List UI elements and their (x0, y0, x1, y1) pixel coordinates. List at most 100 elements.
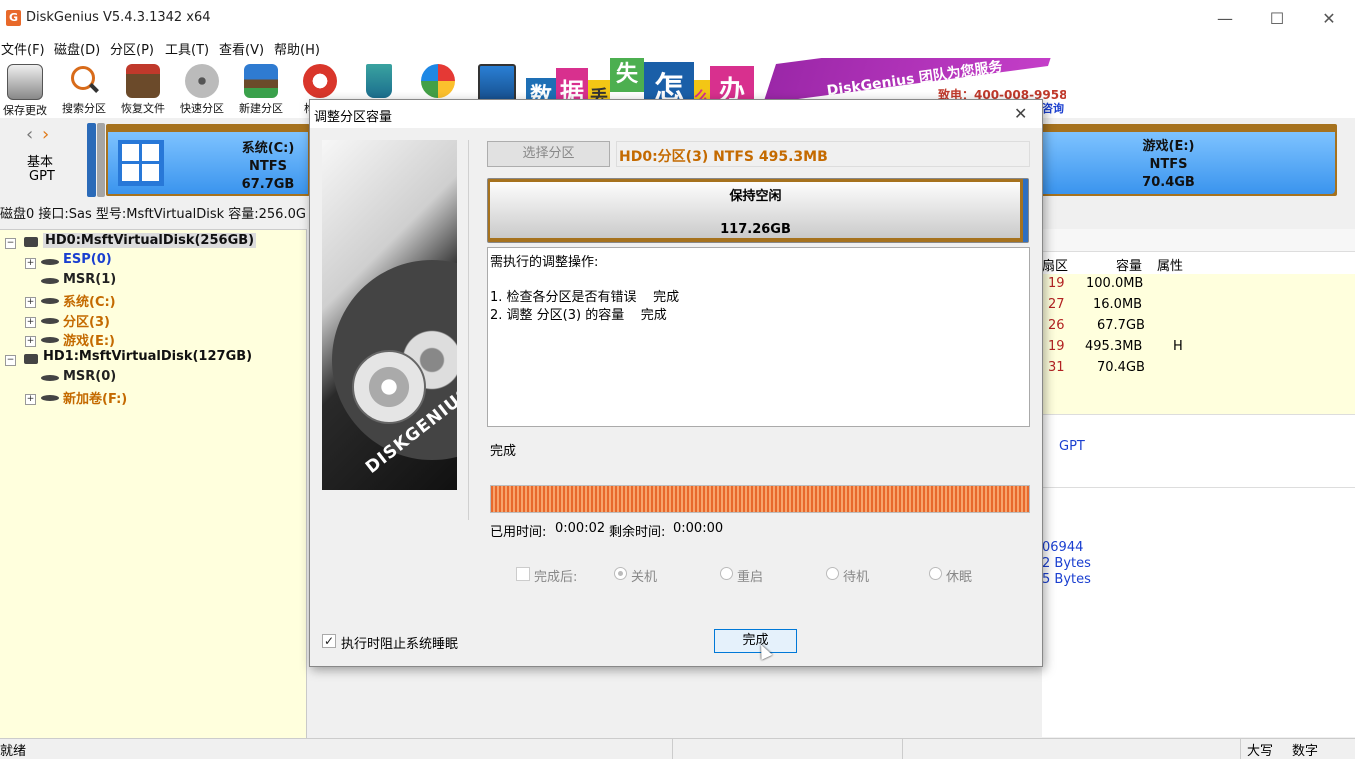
row-capacity: 67.7GB (1097, 318, 1145, 333)
progress-bar (490, 485, 1030, 513)
menu-partition[interactable]: 分区(P) (110, 39, 154, 58)
row-capacity: 495.3MB (1085, 339, 1143, 354)
nav-prev-arrow[interactable]: ‹ (26, 124, 33, 145)
nav-next-arrow[interactable]: › (42, 124, 49, 145)
e-partition-icon (41, 337, 59, 343)
lifebuoy-icon (303, 64, 337, 98)
part3-expand-toggle[interactable]: + (25, 317, 36, 328)
radio-hibernate[interactable] (929, 567, 942, 580)
partition-e-size: 70.4GB (1142, 175, 1195, 190)
color-wheel-icon (421, 64, 455, 98)
partition-c-block[interactable]: 系统(C:) NTFS 67.7GB (106, 124, 310, 196)
quick-partition-button[interactable]: 快速分区 (174, 62, 230, 116)
disk-tree-panel: − HD0:MsftVirtualDisk(256GB) + ESP(0) MS… (0, 229, 307, 738)
tree-e[interactable]: 游戏(E:) (63, 330, 115, 349)
after-completion-checkbox[interactable] (516, 567, 530, 581)
radio-shutdown[interactable] (614, 567, 627, 580)
status-bar: 就绪 大写 数字 (0, 738, 1355, 759)
tree-c[interactable]: 系统(C:) (63, 291, 116, 310)
table-row[interactable]: 31 70.4GB (1042, 358, 1355, 380)
tree-esp[interactable]: ESP(0) (63, 252, 112, 267)
partition-e-fs: NTFS (1149, 157, 1188, 172)
menu-disk[interactable]: 磁盘(D) (54, 39, 100, 58)
col-sector-header[interactable]: 扇区 (1042, 255, 1068, 274)
app-icon: G (6, 10, 21, 26)
trash-icon (366, 64, 392, 98)
msr-partition-block[interactable] (97, 123, 105, 197)
finish-button[interactable]: 完成 (714, 629, 797, 653)
tree-hd1-msr0[interactable]: MSR(0) (63, 369, 116, 384)
resize-partition-dialog: 调整分区容量 ✕ DISKGENIUS 选择分区 HD0:分区(3) NTFS … (309, 99, 1043, 667)
recover-files-label: 恢复文件 (121, 102, 165, 115)
minimize-button[interactable]: — (1213, 8, 1237, 30)
new-partition-icon (244, 64, 278, 98)
e-expand-toggle[interactable]: + (25, 336, 36, 347)
menu-help[interactable]: 帮助(H) (274, 39, 320, 58)
elapsed-value: 0:00:02 (555, 521, 606, 536)
keep-free-label: 保持空闲 (729, 189, 782, 204)
remaining-label: 剩余时间: (609, 525, 666, 540)
radio-restart[interactable] (720, 567, 733, 580)
row-sector: 31 (1048, 360, 1065, 375)
hard-disk-illustration: DISKGENIUS (322, 140, 457, 490)
maximize-button[interactable]: ☐ (1265, 8, 1289, 30)
radio-shutdown-label: 关机 (631, 570, 658, 585)
status-num: 数字 (1292, 744, 1319, 759)
tree-partition3[interactable]: 分区(3) (63, 311, 110, 330)
menu-view[interactable]: 查看(V) (219, 39, 264, 58)
menu-tools[interactable]: 工具(T) (165, 39, 209, 58)
save-changes-button[interactable]: 保存更改 (0, 62, 53, 117)
table-row-empty (1042, 379, 1355, 401)
dialog-close-button[interactable]: ✕ (1014, 104, 1027, 123)
col-attr-header[interactable]: 属性 (1157, 255, 1183, 274)
tree-f[interactable]: 新加卷(F:) (63, 388, 127, 407)
radio-standby[interactable] (826, 567, 839, 580)
hd1-collapse-toggle[interactable]: − (5, 355, 16, 366)
operations-list: 需执行的调整操作: 1. 检查各分区是否有错误 完成 2. 调整 分区(3) 的… (487, 247, 1030, 427)
prevent-sleep-checkbox[interactable]: ✓ (322, 634, 336, 648)
table-row[interactable]: 19 100.0MB (1042, 274, 1355, 296)
table-row[interactable]: 19 495.3MB H (1042, 337, 1355, 359)
new-partition-button[interactable]: 新建分区 (233, 62, 289, 116)
status-caps: 大写 (1247, 744, 1274, 759)
select-partition-button[interactable]: 选择分区 (487, 141, 610, 167)
hd0-disk-icon (24, 237, 38, 247)
esp-expand-toggle[interactable]: + (25, 258, 36, 269)
hd0-collapse-toggle[interactable]: − (5, 238, 16, 249)
keep-free-size: 117.26GB (720, 222, 791, 237)
progress-status-text: 完成 (490, 444, 517, 459)
dialog-title-bar: 调整分区容量 ✕ (310, 100, 1042, 128)
selected-partition-field: HD0:分区(3) NTFS 495.3MB (616, 141, 1030, 167)
row-capacity: 100.0MB (1086, 276, 1144, 291)
recover-files-button[interactable]: 恢复文件 (115, 62, 171, 116)
menu-file[interactable]: 文件(F) (1, 39, 45, 58)
col-capacity-header[interactable]: 容量 (1116, 255, 1142, 274)
search-partition-label: 搜索分区 (62, 102, 106, 115)
msr-partition-icon (41, 278, 59, 284)
tree-hd1[interactable]: HD1:MsftVirtualDisk(127GB) (43, 349, 252, 364)
table-row[interactable]: 27 16.0MB (1042, 295, 1355, 317)
save-icon (7, 64, 43, 100)
partition-e-name: 游戏(E:) (1142, 139, 1195, 154)
c-expand-toggle[interactable]: + (25, 297, 36, 308)
title-bar: G DiskGenius V5.4.3.1342 x64 — ☐ ✕ (0, 0, 1355, 38)
tree-msr1[interactable]: MSR(1) (63, 272, 116, 287)
disk-type-gpt: GPT (29, 169, 55, 184)
table-row[interactable]: 26 67.7GB (1042, 316, 1355, 338)
tree-hd0[interactable]: HD0:MsftVirtualDisk(256GB) (43, 233, 257, 248)
save-changes-label: 保存更改 (3, 104, 47, 117)
radio-hibernate-label: 休眠 (946, 570, 973, 585)
prevent-sleep-label: 执行时阻止系统睡眠 (341, 637, 459, 652)
partition-size-bar[interactable]: 保持空闲 117.26GB (487, 178, 1029, 243)
window-title: DiskGenius V5.4.3.1342 x64 (26, 10, 211, 25)
esp-partition-block[interactable] (87, 123, 96, 197)
partition-table-panel: 扇区 容量 属性 19 100.0MB 27 16.0MB 26 67.7GB … (1042, 229, 1355, 737)
row-sector: 19 (1048, 339, 1065, 354)
f-expand-toggle[interactable]: + (25, 394, 36, 405)
partition-e-block[interactable]: 游戏(E:) NTFS 70.4GB (1000, 124, 1337, 196)
search-partition-button[interactable]: 搜索分区 (56, 62, 112, 116)
recover-icon (126, 64, 160, 98)
hd1-msr-partition-icon (41, 375, 59, 381)
part3-partition-icon (41, 318, 59, 324)
close-button[interactable]: ✕ (1317, 8, 1341, 30)
